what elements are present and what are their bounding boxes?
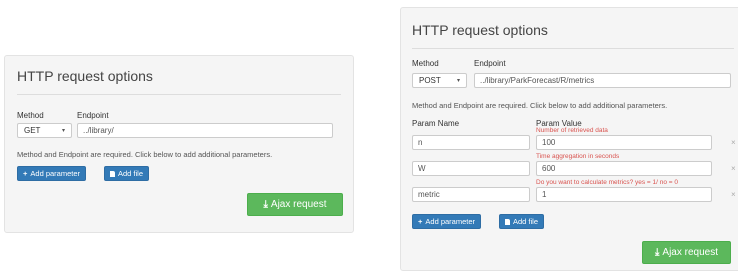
method-select-value: GET: [24, 126, 41, 135]
chevron-down-icon: ▾: [456, 78, 460, 84]
ajax-request-label: Ajax request: [270, 199, 327, 210]
add-parameter-button[interactable]: + Add parameter: [17, 166, 87, 181]
download-icon: ⤓: [654, 247, 660, 258]
endpoint-input[interactable]: ../library/ParkForecast/R/metrics: [474, 73, 731, 88]
add-file-button[interactable]: Add file: [499, 214, 545, 229]
panel-title: HTTP request options: [17, 68, 153, 84]
method-select[interactable]: POST ▾: [412, 73, 467, 88]
method-label: Method: [412, 59, 439, 68]
param-value-input[interactable]: 100: [536, 135, 712, 150]
download-icon: ⤓: [263, 199, 268, 210]
right-request-panel: HTTP request options Method Endpoint POS…: [400, 7, 738, 271]
divider: [17, 94, 341, 95]
method-select-value: POST: [419, 76, 441, 85]
left-request-panel: HTTP request options Method Endpoint GET…: [4, 55, 354, 233]
ajax-request-button[interactable]: ⤓ Ajax request: [247, 193, 343, 216]
panel-title: HTTP request options: [412, 22, 548, 38]
param-hint: Number of retrieved data: [536, 127, 608, 134]
add-parameter-label: Add parameter: [425, 217, 476, 226]
method-select[interactable]: GET ▾: [17, 123, 72, 138]
param-name-input[interactable]: W: [412, 161, 530, 176]
param-name-header: Param Name: [412, 119, 460, 128]
param-name-input[interactable]: n: [412, 135, 530, 150]
plus-icon: +: [23, 169, 28, 178]
param-value-input[interactable]: 1: [536, 187, 712, 202]
add-file-button[interactable]: Add file: [104, 166, 150, 181]
remove-param-icon[interactable]: ×: [731, 138, 736, 147]
endpoint-label: Endpoint: [77, 111, 109, 120]
chevron-down-icon: ▾: [61, 128, 65, 134]
help-text: Method and Endpoint are required. Click …: [17, 150, 273, 159]
plus-icon: +: [418, 217, 423, 226]
param-value-input[interactable]: 600: [536, 161, 712, 176]
ajax-request-button[interactable]: ⤓ Ajax request: [642, 241, 731, 264]
file-icon: [505, 219, 510, 225]
divider: [412, 48, 734, 49]
file-icon: [110, 171, 115, 177]
param-hint: Time aggregation in seconds: [536, 153, 620, 160]
add-file-label: Add file: [513, 217, 539, 226]
add-parameter-button[interactable]: + Add parameter: [412, 214, 482, 229]
remove-param-icon[interactable]: ×: [731, 164, 736, 173]
add-parameter-label: Add parameter: [30, 169, 81, 178]
param-name-input[interactable]: metric: [412, 187, 530, 202]
endpoint-input[interactable]: ../library/: [77, 123, 333, 138]
ajax-request-label: Ajax request: [662, 247, 718, 258]
add-file-label: Add file: [118, 169, 144, 178]
endpoint-label: Endpoint: [474, 59, 506, 68]
method-label: Method: [17, 111, 44, 120]
param-hint: Do you want to calculate metrics? yes = …: [536, 179, 678, 186]
help-text: Method and Endpoint are required. Click …: [412, 101, 668, 110]
remove-param-icon[interactable]: ×: [731, 190, 736, 199]
